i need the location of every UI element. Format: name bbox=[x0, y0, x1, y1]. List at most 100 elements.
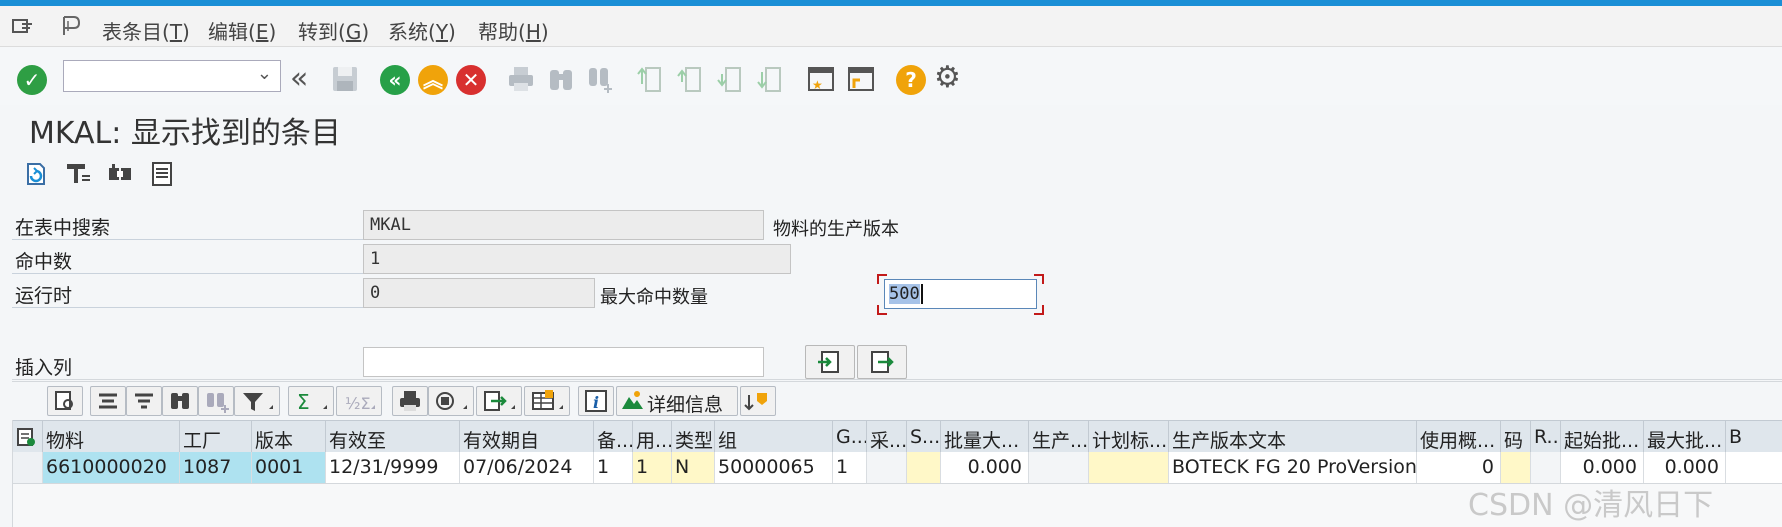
cell-s[interactable] bbox=[907, 452, 941, 483]
col-header-planning-id[interactable]: 计划标... bbox=[1089, 421, 1169, 453]
find-next-icon[interactable] bbox=[586, 64, 616, 94]
cell-planning-id[interactable] bbox=[1089, 452, 1169, 483]
print-preview-icon[interactable] bbox=[392, 386, 428, 416]
subtotal-icon[interactable]: ½Σ bbox=[336, 386, 382, 416]
find-icon[interactable] bbox=[546, 64, 576, 94]
cell-version[interactable]: 0001 bbox=[252, 452, 326, 483]
focus-corner-bottom-right bbox=[1034, 305, 1044, 315]
col-header-plant[interactable]: 工厂 bbox=[180, 421, 252, 453]
cell-valid-from[interactable]: 07/06/2024 bbox=[460, 452, 594, 483]
info-icon[interactable]: i bbox=[578, 386, 614, 416]
save-icon[interactable] bbox=[330, 64, 360, 94]
cell-procurement[interactable] bbox=[867, 452, 907, 483]
col-header-r[interactable]: R... bbox=[1531, 421, 1561, 453]
detail-info-button[interactable]: 详细信息 bbox=[616, 386, 738, 416]
cancel-icon[interactable]: ✕ bbox=[456, 65, 486, 95]
sap-logo-icon[interactable] bbox=[60, 15, 82, 37]
sort-descending-icon[interactable] bbox=[126, 386, 162, 416]
refresh-icon[interactable] bbox=[22, 160, 50, 188]
help-icon[interactable]: ? bbox=[896, 65, 926, 95]
col-header-b[interactable]: B bbox=[1726, 421, 1782, 453]
row-selector[interactable] bbox=[12, 452, 43, 483]
arrange-icon[interactable] bbox=[740, 386, 776, 416]
col-header-code[interactable]: 码 bbox=[1501, 421, 1531, 453]
col-header-s[interactable]: S... bbox=[907, 421, 941, 453]
col-header-production[interactable]: 生产... bbox=[1029, 421, 1089, 453]
find-binoculars-icon[interactable] bbox=[162, 386, 198, 416]
col-header-g[interactable]: G... bbox=[833, 421, 867, 453]
history-back-icon[interactable]: « bbox=[290, 64, 320, 94]
insert-column-button[interactable] bbox=[805, 345, 855, 379]
row-selector-icon[interactable] bbox=[12, 421, 43, 453]
col-header-version[interactable]: 版本 bbox=[252, 421, 326, 453]
exit-icon[interactable]: ︽ bbox=[418, 65, 448, 95]
layout-icon[interactable] bbox=[524, 386, 570, 416]
col-header-procurement[interactable]: 采... bbox=[867, 421, 907, 453]
print-icon[interactable] bbox=[506, 64, 536, 94]
sum-icon[interactable]: Σ bbox=[288, 386, 334, 416]
settings-gear-icon[interactable]: ⚙ bbox=[934, 63, 964, 93]
col-header-material[interactable]: 物料 bbox=[43, 421, 180, 453]
cell-valid-to[interactable]: 12/31/9999 bbox=[326, 452, 460, 483]
next-page-icon[interactable] bbox=[716, 64, 746, 94]
cell-plant[interactable]: 1087 bbox=[180, 452, 252, 483]
cell-g[interactable]: 1 bbox=[833, 452, 867, 483]
command-field[interactable]: ⌄ bbox=[63, 60, 281, 92]
cell-alt-bom[interactable]: 1 bbox=[594, 452, 633, 483]
detail-info-label: 详细信息 bbox=[647, 394, 724, 416]
cell-r[interactable] bbox=[1531, 452, 1561, 483]
col-header-usage-probability[interactable]: 使用概... bbox=[1417, 421, 1501, 453]
watermark: CSDN @清风日下 bbox=[1468, 488, 1714, 523]
svg-text:i: i bbox=[593, 393, 599, 412]
menu-help[interactable]: 帮助(H) bbox=[478, 16, 549, 45]
cell-max-lot[interactable]: 0.000 bbox=[1644, 452, 1726, 483]
cell-version-text[interactable]: BOTECK FG 20 ProVersion bbox=[1169, 452, 1417, 483]
cell-lot-size[interactable]: 0.000 bbox=[941, 452, 1029, 483]
col-header-usage[interactable]: 用... bbox=[633, 421, 672, 453]
create-session-icon[interactable]: ★ bbox=[806, 64, 836, 94]
runtime-label: 运行时 bbox=[15, 285, 73, 307]
document-list-icon[interactable] bbox=[148, 160, 176, 188]
cell-usage[interactable]: 1 bbox=[633, 452, 672, 483]
col-header-from-lot[interactable]: 起始批... bbox=[1561, 421, 1644, 453]
cell-usage-probability[interactable]: 0 bbox=[1417, 452, 1501, 483]
plugin-icon[interactable] bbox=[106, 160, 134, 188]
menu-icon[interactable] bbox=[12, 17, 34, 35]
views-icon[interactable] bbox=[428, 386, 474, 416]
cell-material[interactable]: 6610000020 bbox=[43, 452, 180, 483]
cell-from-lot[interactable]: 0.000 bbox=[1561, 452, 1644, 483]
view-details-icon[interactable] bbox=[47, 386, 83, 416]
menu-edit[interactable]: 编辑(E) bbox=[208, 16, 276, 45]
sort-ascending-icon[interactable] bbox=[90, 386, 126, 416]
enter-check-icon[interactable]: ✓ bbox=[17, 65, 47, 95]
col-header-valid-to[interactable]: 有效至 bbox=[326, 421, 460, 453]
col-header-valid-from[interactable]: 有效期自 bbox=[460, 421, 594, 453]
table-settings-icon[interactable] bbox=[64, 160, 92, 188]
back-icon[interactable]: « bbox=[380, 65, 410, 95]
menu-table-entry[interactable]: 表条目(T) bbox=[102, 16, 190, 45]
col-header-lot-size[interactable]: 批量大... bbox=[941, 421, 1029, 453]
export-icon[interactable] bbox=[476, 386, 522, 416]
first-page-icon[interactable] bbox=[636, 64, 666, 94]
find-next-binoculars-icon[interactable] bbox=[198, 386, 234, 416]
cell-b[interactable] bbox=[1726, 452, 1782, 483]
menu-goto[interactable]: 转到(G) bbox=[298, 16, 369, 45]
col-header-version-text[interactable]: 生产版本文本 bbox=[1169, 421, 1417, 453]
cell-type[interactable]: N bbox=[672, 452, 715, 483]
col-header-group[interactable]: 组 bbox=[715, 421, 833, 453]
col-header-type[interactable]: 类型 bbox=[672, 421, 715, 453]
generate-shortcut-icon[interactable] bbox=[846, 64, 876, 94]
cell-group[interactable]: 50000065 bbox=[715, 452, 833, 483]
cell-code[interactable] bbox=[1501, 452, 1531, 483]
insert-column-input[interactable] bbox=[363, 347, 764, 377]
last-page-icon[interactable] bbox=[756, 64, 786, 94]
previous-page-icon[interactable] bbox=[676, 64, 706, 94]
col-header-alt-bom[interactable]: 备... bbox=[594, 421, 633, 453]
col-header-max-lot[interactable]: 最大批... bbox=[1644, 421, 1726, 453]
max-hits-input[interactable]: 500 bbox=[884, 279, 1037, 309]
menu-system[interactable]: 系统(Y) bbox=[388, 16, 456, 45]
cell-production[interactable] bbox=[1029, 452, 1089, 483]
filter-icon[interactable] bbox=[234, 386, 280, 416]
chevron-down-icon[interactable]: ⌄ bbox=[257, 63, 272, 84]
remove-column-button[interactable] bbox=[857, 345, 907, 379]
